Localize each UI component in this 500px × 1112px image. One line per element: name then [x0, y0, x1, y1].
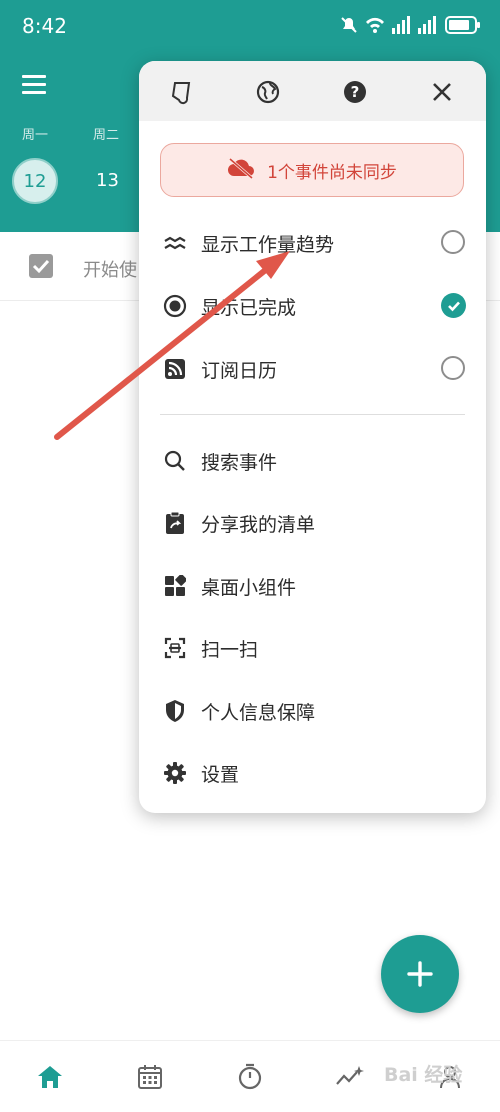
menu-item-label: 扫一扫 — [201, 639, 259, 661]
watermark: Bai 经验 — [384, 1064, 463, 1086]
toggle-label: 显示工作量趋势 — [201, 234, 335, 256]
toggle-workload-trend[interactable]: 显示工作量趋势 — [139, 217, 486, 269]
theme-icon[interactable] — [165, 75, 199, 109]
checkmark-icon[interactable] — [441, 293, 466, 318]
day-selected[interactable]: 12 — [12, 158, 58, 204]
widgets-icon — [162, 573, 188, 599]
toggle-label: 显示已完成 — [201, 297, 297, 319]
menu-item-widgets[interactable]: 桌面小组件 — [139, 560, 486, 612]
globe-icon[interactable] — [251, 75, 285, 109]
shield-icon — [162, 698, 188, 724]
radio-unchecked[interactable] — [441, 356, 465, 380]
svg-text:?: ? — [351, 83, 360, 101]
rss-icon — [162, 356, 188, 382]
toggle-label: 订阅日历 — [201, 360, 278, 382]
menu-item-share-list[interactable]: 分享我的清单 — [139, 497, 486, 549]
add-event-button[interactable] — [381, 935, 459, 1013]
radio-unchecked[interactable] — [441, 230, 465, 254]
menu-item-privacy[interactable]: 个人信息保障 — [139, 685, 486, 737]
menu-item-scan[interactable]: 扫一扫 — [139, 622, 486, 674]
task-title: 开始使 — [83, 260, 137, 281]
more-menu-popup: ? 1个事件尚未同步 显示工作量趋势 显示已完成 订阅日历 搜索事件 分享我的清… — [139, 61, 486, 813]
menu-item-label: 设置 — [201, 764, 240, 786]
sparkle-icon[interactable] — [330, 1057, 370, 1097]
status-time: 8:42 — [22, 14, 67, 38]
gear-icon — [162, 760, 188, 786]
toggle-show-completed[interactable]: 显示已完成 — [139, 280, 486, 332]
radio-dot-icon — [162, 293, 188, 319]
scan-icon — [162, 635, 188, 661]
clipboard-share-icon — [162, 510, 188, 536]
status-icons — [336, 12, 482, 38]
menu-item-search[interactable]: 搜索事件 — [139, 435, 486, 487]
sync-warning-text: 1个事件尚未同步 — [267, 162, 397, 183]
sync-warning-banner[interactable]: 1个事件尚未同步 — [160, 143, 464, 197]
cloud-off-icon — [227, 157, 255, 183]
timer-icon[interactable] — [230, 1057, 270, 1097]
search-icon — [162, 448, 188, 474]
toggle-subscribe-calendar[interactable]: 订阅日历 — [139, 343, 486, 395]
close-icon[interactable] — [425, 75, 459, 109]
menu-item-label: 搜索事件 — [201, 452, 278, 474]
weekday-tue: 周二 — [93, 128, 120, 143]
help-icon[interactable]: ? — [338, 75, 372, 109]
weekday-mon: 周一 — [22, 128, 49, 143]
task-checkbox[interactable] — [29, 254, 53, 278]
calendar-icon[interactable] — [130, 1057, 170, 1097]
day-13[interactable]: 13 — [96, 170, 119, 191]
menu-item-label: 分享我的清单 — [201, 514, 316, 536]
menu-icon[interactable] — [22, 74, 48, 96]
menu-item-label: 个人信息保障 — [201, 702, 316, 724]
menu-item-label: 桌面小组件 — [201, 577, 297, 599]
menu-item-settings[interactable]: 设置 — [139, 747, 486, 799]
home-icon[interactable] — [30, 1057, 70, 1097]
menu-divider — [160, 414, 465, 415]
trend-icon — [162, 230, 188, 256]
